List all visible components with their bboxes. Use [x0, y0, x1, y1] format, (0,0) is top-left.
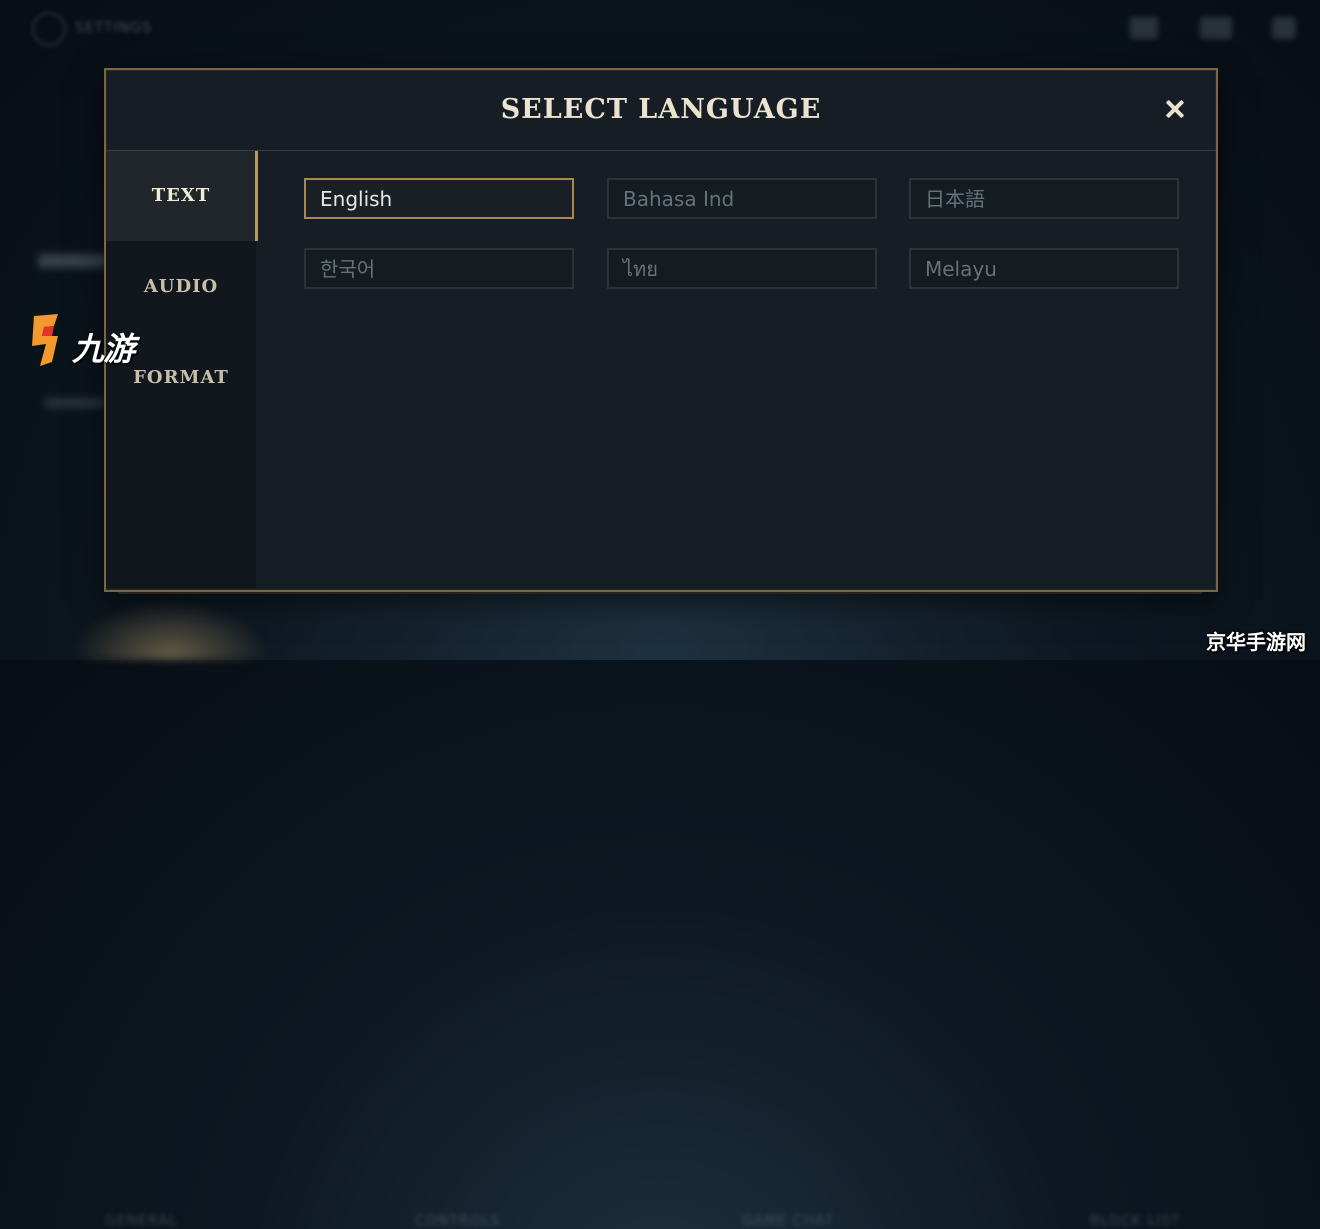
- background-icon-1: [1130, 17, 1158, 39]
- background-tab-game-chat: GAME CHAT: [742, 1213, 835, 1229]
- background-header: SETTINGS: [0, 0, 1320, 60]
- dialog-title: SELECT LANGUAGE: [500, 94, 822, 125]
- language-option-bahasa[interactable]: Bahasa Ind: [607, 178, 877, 219]
- watermark-left-text: 九游: [72, 330, 135, 368]
- watermark-jiuyou: 九游: [28, 310, 168, 370]
- language-option-english[interactable]: English: [304, 178, 574, 219]
- background-icon-3: [1272, 17, 1296, 39]
- close-button[interactable]: [1160, 94, 1190, 124]
- background-side-item: [45, 398, 105, 408]
- dialog-header: SELECT LANGUAGE: [106, 70, 1216, 151]
- background-side-item: [38, 254, 108, 268]
- background-icon-2: [1200, 17, 1232, 39]
- language-option-malay[interactable]: Melayu: [909, 248, 1179, 289]
- background-tab-controls: CONTROLS: [415, 1213, 501, 1229]
- background-tab-general: GENERAL: [105, 1213, 178, 1229]
- select-language-dialog: SELECT LANGUAGE TEXT AUDIO FORMAT Englis…: [104, 68, 1218, 592]
- background-title: SETTINGS: [75, 20, 152, 36]
- language-option-japanese[interactable]: 日本語: [909, 178, 1179, 219]
- language-option-korean[interactable]: 한국어: [304, 248, 574, 289]
- jiuyou-logo-icon: [32, 314, 58, 366]
- language-option-thai[interactable]: ไทย: [607, 248, 877, 289]
- app-logo-icon: [32, 12, 66, 46]
- background-tab-block-list: BLOCK LIST: [1090, 1213, 1181, 1229]
- tab-text[interactable]: TEXT: [106, 151, 258, 241]
- background-tab-bar: GENERAL CONTROLS GAME CHAT BLOCK LIST: [0, 595, 1320, 1229]
- watermark-right-text: 京华手游网: [1206, 630, 1306, 654]
